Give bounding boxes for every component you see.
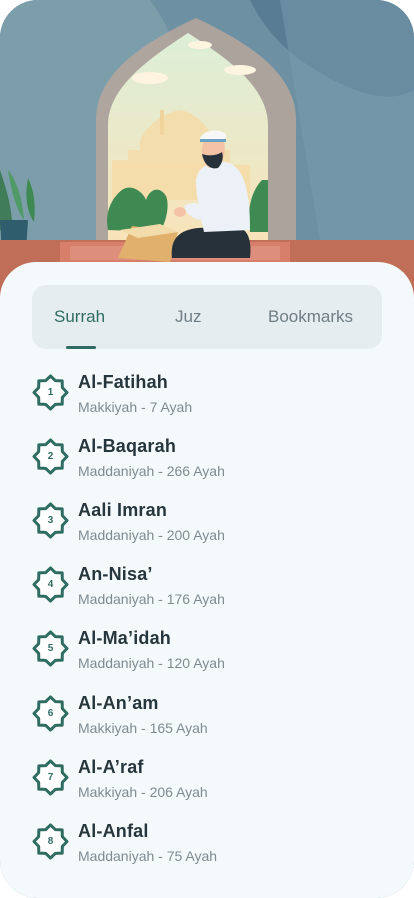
- surah-item[interactable]: 7 Al-A’raf Makkiyah - 206 Ayah: [0, 757, 414, 813]
- surah-number-badge: 5: [32, 630, 69, 667]
- surah-name: Aali Imran: [78, 500, 168, 520]
- surah-name: Al-Anfal: [78, 821, 149, 841]
- surah-number: 5: [47, 643, 54, 654]
- surah-number: 6: [47, 708, 54, 719]
- surah-meta: Makkiyah - 7 Ayah: [78, 399, 193, 415]
- tab-bar: Surrah Juz Bookmarks: [32, 285, 382, 349]
- surah-number-badge: 6: [32, 695, 69, 732]
- surah-name: Al-Baqarah: [78, 436, 177, 456]
- surah-number-badge: 3: [32, 502, 69, 539]
- tab-surrah[interactable]: Surrah: [54, 285, 105, 349]
- surah-meta: Maddaniyah - 120 Ayah: [78, 655, 225, 671]
- surah-item[interactable]: 3 Aali Imran Maddaniyah - 200 Ayah: [0, 500, 414, 556]
- surah-meta: Maddaniyah - 176 Ayah: [78, 591, 225, 607]
- surah-item[interactable]: 6 Al-An’am Makkiyah - 165 Ayah: [0, 693, 414, 749]
- app-screen: Surrah Juz Bookmarks 1 Al-Fatihah Makkiy…: [0, 0, 414, 898]
- surah-meta: Maddaniyah - 266 Ayah: [78, 463, 225, 479]
- surah-meta: Makkiyah - 206 Ayah: [78, 784, 208, 800]
- surah-number: 7: [47, 772, 54, 783]
- surah-name: Al-Fatihah: [78, 372, 168, 392]
- surah-number: 4: [47, 579, 54, 590]
- surah-name: An-Nisa’: [78, 564, 153, 584]
- surah-number-badge: 2: [32, 438, 69, 475]
- surah-number: 2: [47, 451, 54, 462]
- surah-number-badge: 7: [32, 759, 69, 796]
- active-tab-indicator: [66, 346, 96, 349]
- content-sheet: Surrah Juz Bookmarks 1 Al-Fatihah Makkiy…: [0, 262, 414, 898]
- surah-name: Al-Ma’idah: [78, 628, 172, 648]
- surah-number-badge: 4: [32, 566, 69, 603]
- surah-item[interactable]: 8 Al-Anfal Maddaniyah - 75 Ayah: [0, 821, 414, 877]
- surah-item[interactable]: 2 Al-Baqarah Maddaniyah - 266 Ayah: [0, 436, 414, 492]
- surah-name: Al-A’raf: [78, 757, 144, 777]
- surah-item[interactable]: 1 Al-Fatihah Makkiyah - 7 Ayah: [0, 372, 414, 428]
- surah-item[interactable]: 5 Al-Ma’idah Maddaniyah - 120 Ayah: [0, 628, 414, 684]
- surah-number: 8: [47, 836, 54, 847]
- surah-item[interactable]: 4 An-Nisa’ Maddaniyah - 176 Ayah: [0, 564, 414, 620]
- tab-bookmarks[interactable]: Bookmarks: [268, 285, 353, 349]
- surah-number-badge: 1: [32, 374, 69, 411]
- surah-meta: Makkiyah - 165 Ayah: [78, 720, 208, 736]
- tab-juz[interactable]: Juz: [175, 285, 201, 349]
- hero-illustration: [0, 0, 414, 300]
- surah-meta: Maddaniyah - 75 Ayah: [78, 848, 218, 864]
- surah-number: 3: [47, 515, 54, 526]
- surah-name: Al-An’am: [78, 693, 159, 713]
- surah-number: 1: [47, 387, 54, 398]
- surah-meta: Maddaniyah - 200 Ayah: [78, 527, 225, 543]
- surah-number-badge: 8: [32, 823, 69, 860]
